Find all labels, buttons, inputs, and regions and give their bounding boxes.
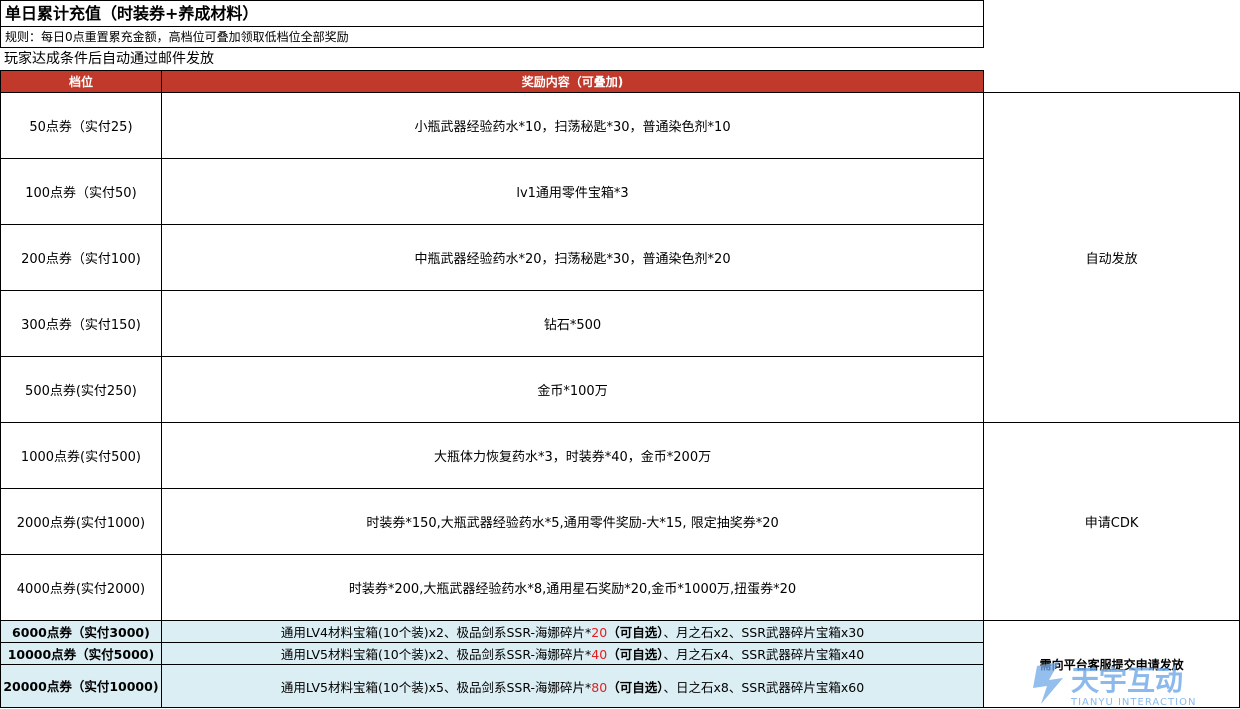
watermark-mark-icon — [1033, 662, 1063, 704]
reward-text: 、月之石x2、SSR武器碎片宝箱x30 — [663, 625, 865, 640]
header-tier: 档位 — [0, 70, 162, 93]
reward-cell: 通用LV4材料宝箱(10个装)x2、极品剑系SSR-海娜碎片*20（可自选）、月… — [160, 620, 985, 643]
reward-table: 档位 奖励内容（可叠加) 50点券（实付25) 小瓶武器经验药水*10，扫荡秘匙… — [0, 70, 1240, 708]
tier-cell: 10000点券（实付5000) — [0, 642, 162, 665]
tier-cell: 50点券（实付25) — [0, 92, 162, 159]
reward-cell: 小瓶武器经验药水*10，扫荡秘匙*30，普通染色剂*10 — [160, 92, 985, 159]
tier-cell: 4000点券(实付2000) — [0, 554, 162, 621]
rules-text: 规则：每日0点重置累充金额，高档位可叠加领取低档位全部奖励 — [0, 26, 984, 48]
reward-cell: 时装券*200,大瓶武器经验药水*8,通用星石奖励*20,金币*1000万,扭蛋… — [160, 554, 985, 621]
method-cdk-cell: 申请CDK — [983, 422, 1240, 621]
tier-cell: 6000点券（实付3000) — [0, 620, 162, 643]
reward-cell: 中瓶武器经验药水*20，扫荡秘匙*30，普通染色剂*20 — [160, 224, 985, 291]
reward-count: 40 — [591, 647, 608, 662]
reward-choice: （可自选） — [607, 625, 664, 640]
tier-cell: 1000点券(实付500) — [0, 422, 162, 489]
watermark-sub: TIANYU INTERACTION — [1070, 697, 1196, 708]
watermark-logo: 天宇互动 TIANYU INTERACTION — [1033, 662, 1196, 708]
reward-choice: （可自选） — [607, 679, 664, 695]
tier-cell: 2000点券(实付1000) — [0, 488, 162, 555]
reward-text: 、日之石x8、SSR武器碎片宝箱x60 — [663, 679, 865, 695]
reward-text: 通用LV5材料宝箱(10个装)x5、极品剑系SSR-海娜碎片* — [280, 679, 592, 695]
tier-cell: 200点券（实付100) — [0, 224, 162, 291]
reward-count: 80 — [591, 679, 608, 695]
header-blank — [983, 70, 1240, 93]
table-row: 50点券（实付25) 小瓶武器经验药水*10，扫荡秘匙*30，普通染色剂*10 … — [0, 92, 1240, 423]
reward-cell: 时装券*150,大瓶武器经验药水*5,通用零件奖励-大*15, 限定抽奖券*20 — [160, 488, 985, 555]
reward-text: 通用LV4材料宝箱(10个装)x2、极品剑系SSR-海娜碎片* — [280, 625, 592, 640]
tier-cell: 100点券（实付50) — [0, 158, 162, 225]
table-header: 档位 奖励内容（可叠加) — [0, 70, 1240, 93]
tier-cell: 20000点券（实付10000) — [0, 664, 162, 708]
table-row-high: 6000点券（实付3000) 通用LV4材料宝箱(10个装)x2、极品剑系SSR… — [0, 620, 1240, 708]
reward-text: 、月之石x4、SSR武器碎片宝箱x40 — [663, 647, 865, 662]
reward-text: 通用LV5材料宝箱(10个装)x2、极品剑系SSR-海娜碎片* — [280, 647, 592, 662]
header-reward: 奖励内容（可叠加) — [160, 70, 985, 93]
reward-cell: 通用LV5材料宝箱(10个装)x5、极品剑系SSR-海娜碎片*80（可自选）、日… — [160, 664, 985, 708]
reward-cell: 大瓶体力恢复药水*3，时装券*40，金币*200万 — [160, 422, 985, 489]
tier-cell: 500点券(实付250) — [0, 356, 162, 423]
reward-cell: 通用LV5材料宝箱(10个装)x2、极品剑系SSR-海娜碎片*40（可自选）、月… — [160, 642, 985, 665]
watermark-brand: 天宇互动 — [1071, 664, 1183, 697]
reward-cell: 钻石*500 — [160, 290, 985, 357]
tier-cell: 300点券（实付150) — [0, 290, 162, 357]
reward-cell: 金币*100万 — [160, 356, 985, 423]
method-auto-cell: 自动发放 — [983, 92, 1240, 423]
reward-choice: （可自选） — [607, 647, 664, 662]
reward-count: 20 — [591, 625, 608, 640]
page-title: 单日累计充值（时装券+养成材料） — [0, 0, 984, 27]
delivery-note: 玩家达成条件后自动通过邮件发放 — [4, 51, 214, 67]
table-row: 1000点券(实付500) 大瓶体力恢复药水*3，时装券*40，金币*200万 … — [0, 422, 1240, 621]
reward-cell: lv1通用零件宝箱*3 — [160, 158, 985, 225]
